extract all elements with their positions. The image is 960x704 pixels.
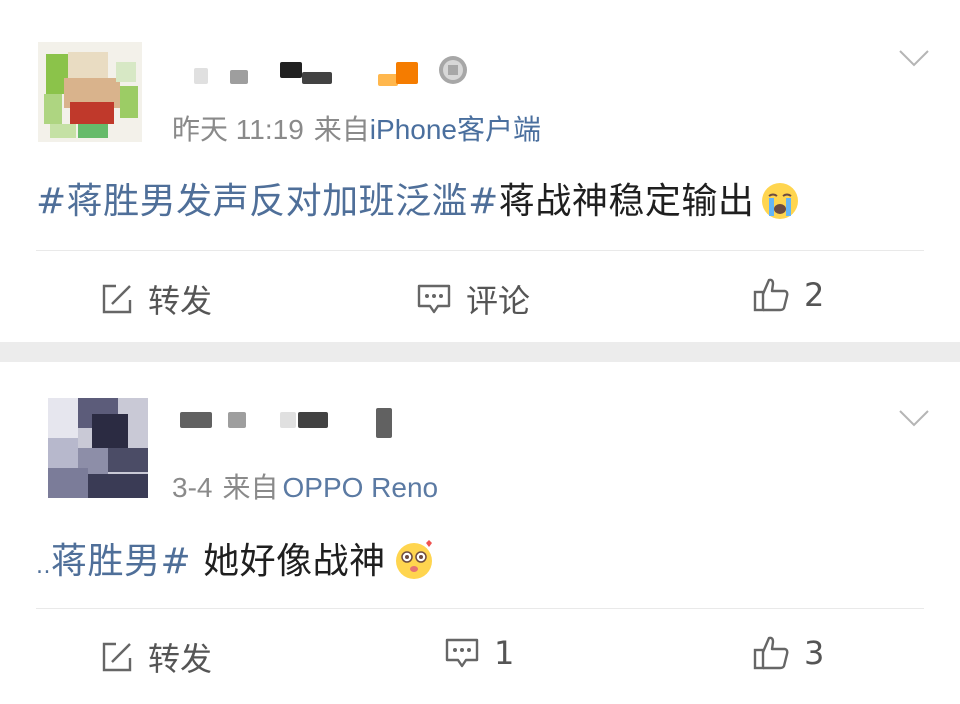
avatar[interactable] xyxy=(38,42,142,142)
username-blurred[interactable] xyxy=(190,62,450,86)
comment-label: 评论 xyxy=(466,282,531,320)
post-text: 蒋战神稳定输出 xyxy=(498,181,755,222)
username-blurred[interactable] xyxy=(180,408,400,438)
divider xyxy=(36,250,924,251)
thumbs-up-icon xyxy=(753,636,789,670)
like-button[interactable]: 2 xyxy=(752,276,824,314)
repost-button[interactable]: 转发 xyxy=(100,276,212,322)
hashtag-prefix: .. xyxy=(36,554,51,579)
device-link[interactable]: iPhone客户端 xyxy=(370,114,541,145)
post-meta: 3-4 来自 OPPO Reno xyxy=(172,466,438,506)
admiring-emoji-icon xyxy=(392,537,436,590)
repost-label: 转发 xyxy=(148,282,213,320)
from-label: 来自 xyxy=(313,114,370,145)
like-button[interactable]: 3 xyxy=(752,634,824,672)
hashtag-link[interactable]: 蒋胜男# xyxy=(51,541,191,582)
device-link[interactable]: OPPO Reno xyxy=(282,472,438,503)
post-time: 昨天 11:19 xyxy=(172,114,304,145)
repost-label: 转发 xyxy=(148,640,213,678)
like-count: 3 xyxy=(804,634,825,672)
thumbs-up-icon xyxy=(753,278,789,312)
chevron-down-icon[interactable] xyxy=(898,48,930,68)
repost-icon xyxy=(102,284,132,314)
from-label: 来自 xyxy=(222,472,279,503)
hashtag-link[interactable]: #蒋胜男发声反对加班泛滥# xyxy=(36,181,499,222)
badge-icon xyxy=(436,52,470,86)
divider xyxy=(36,608,924,609)
comment-button[interactable]: 评论 xyxy=(416,276,530,322)
repost-icon xyxy=(102,642,132,672)
repost-button[interactable]: 转发 xyxy=(100,634,212,680)
comment-button[interactable]: 1 xyxy=(444,634,514,672)
crying-emoji-icon xyxy=(760,181,800,230)
post-card[interactable]: 昨天 11:19 来自iPhone客户端 #蒋胜男发声反对加班泛滥#蒋战神稳定输出… xyxy=(0,0,960,342)
post-meta: 昨天 11:19 来自iPhone客户端 xyxy=(172,108,541,148)
post-time: 3-4 xyxy=(172,472,213,503)
comment-icon xyxy=(445,638,479,668)
post-content: ..蒋胜男# 她好像战神 xyxy=(36,532,436,590)
comment-icon xyxy=(417,284,451,314)
chevron-down-icon[interactable] xyxy=(898,408,930,428)
post-text: 她好像战神 xyxy=(191,541,386,582)
like-count: 2 xyxy=(804,276,825,314)
comment-count: 1 xyxy=(494,634,515,672)
avatar[interactable] xyxy=(48,398,148,498)
post-card[interactable]: 3-4 来自 OPPO Reno ..蒋胜男# 她好像战神 转发 1 3 xyxy=(0,362,960,704)
post-content: #蒋胜男发声反对加班泛滥#蒋战神稳定输出 xyxy=(36,172,800,230)
